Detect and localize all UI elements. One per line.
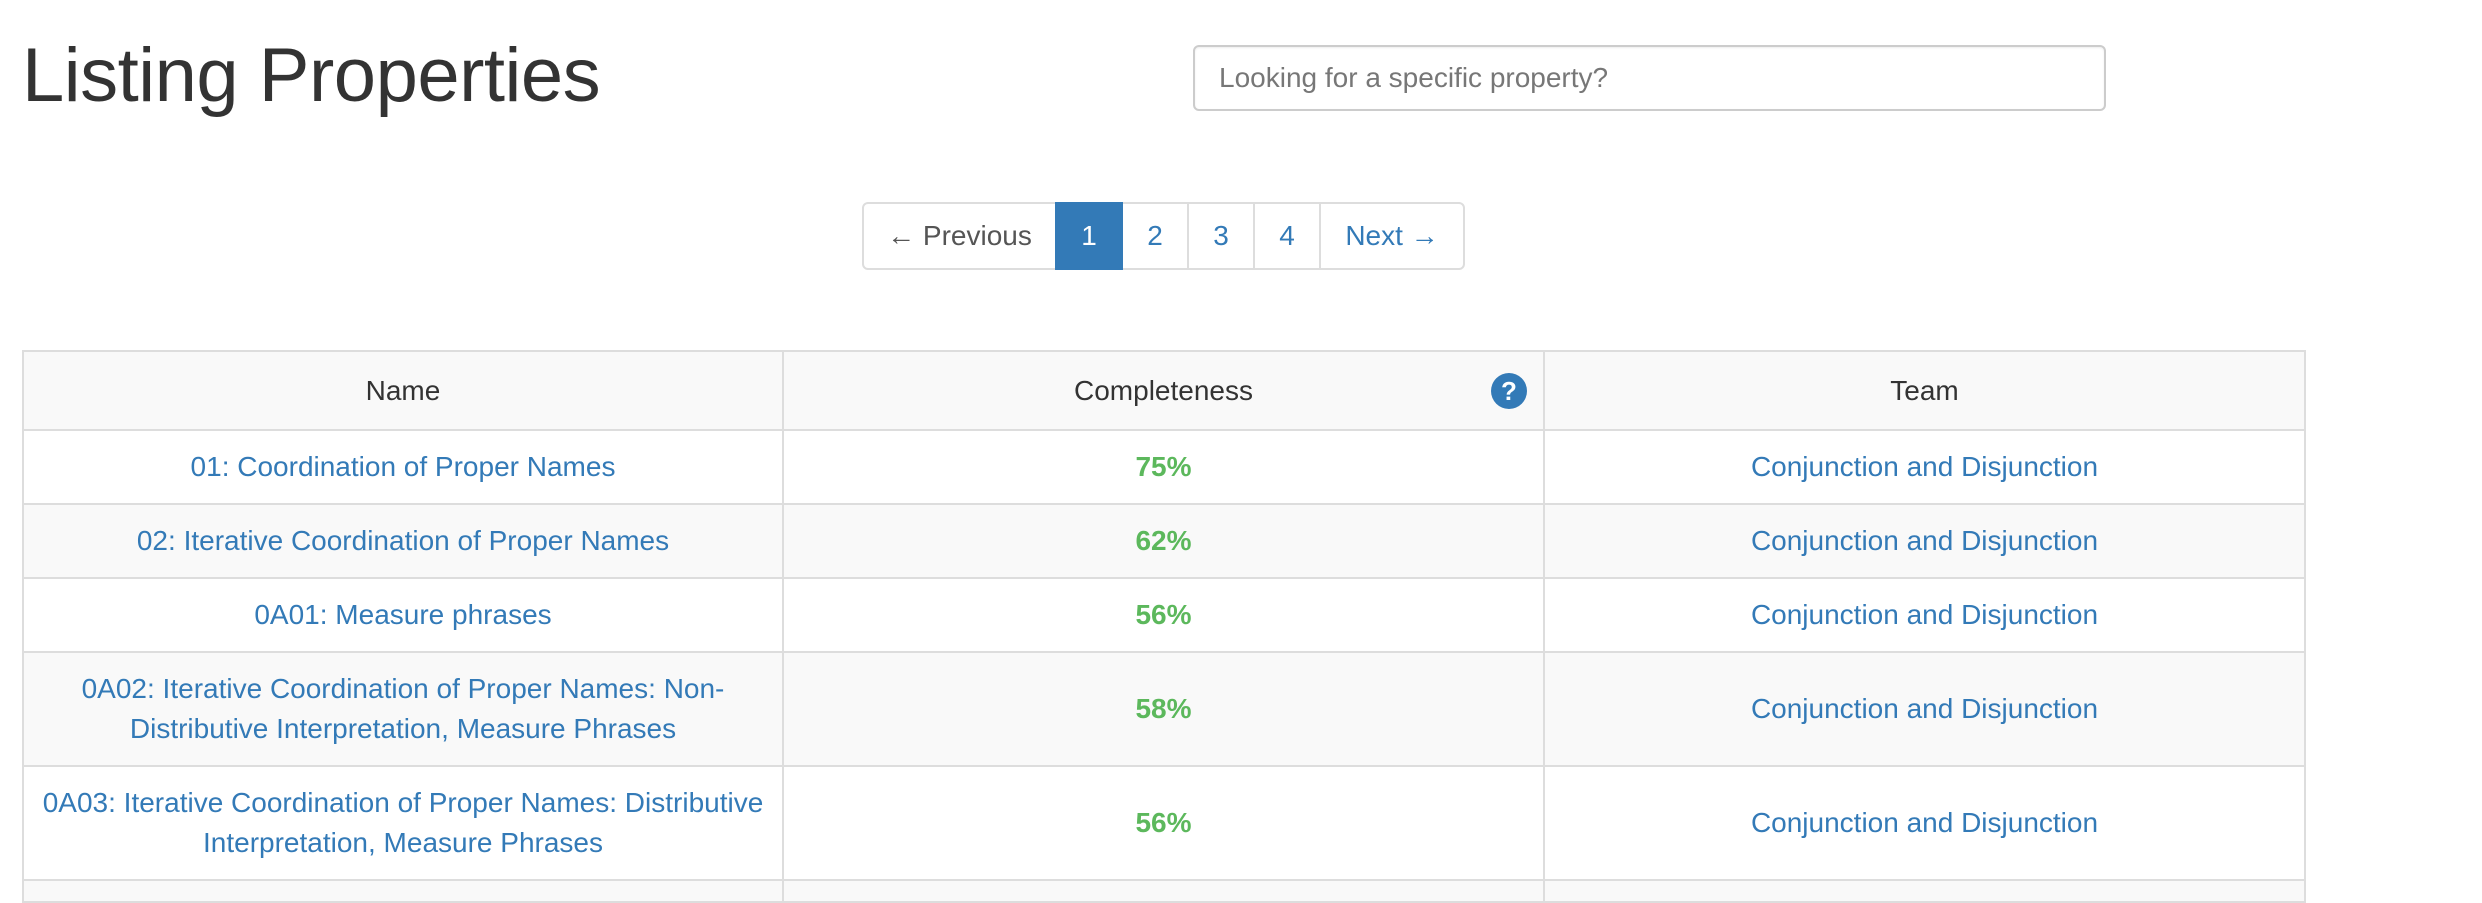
completeness-value: 56% [1135, 599, 1192, 630]
next-page-button[interactable]: Next → [1319, 202, 1465, 270]
page-2-button[interactable]: 2 [1121, 202, 1189, 270]
completeness-cell: 56% [782, 765, 1545, 881]
page-3-button[interactable]: 3 [1187, 202, 1255, 270]
completeness-value: 56% [1135, 807, 1192, 838]
property-link[interactable]: 02: Iterative Coordination of Proper Nam… [137, 525, 669, 556]
property-search-input[interactable] [1193, 45, 2106, 111]
column-header-completeness[interactable]: Completeness ? [782, 350, 1545, 431]
team-cell: Conjunction and Disjunction [1543, 429, 2306, 505]
team-link[interactable]: Conjunction and Disjunction [1751, 807, 2098, 838]
completeness-cell [782, 879, 1545, 903]
name-cell: 01: Coordination of Proper Names [22, 429, 784, 505]
properties-table: Name Completeness ? Team 01: Coordinatio… [22, 350, 2306, 903]
team-cell: Conjunction and Disjunction [1543, 577, 2306, 653]
completeness-cell: 58% [782, 651, 1545, 767]
page-1-button[interactable]: 1 [1055, 202, 1123, 270]
team-cell: Conjunction and Disjunction [1543, 765, 2306, 881]
table-row [22, 879, 2306, 903]
pagination: ← Previous 1 2 3 4 Next → [862, 202, 1465, 270]
completeness-cell: 56% [782, 577, 1545, 653]
property-link[interactable]: 0A02: Iterative Coordination of Proper N… [82, 673, 725, 744]
team-link[interactable]: Conjunction and Disjunction [1751, 525, 2098, 556]
completeness-cell: 62% [782, 503, 1545, 579]
completeness-value: 58% [1135, 693, 1192, 724]
table-row: 0A01: Measure phrases 56% Conjunction an… [22, 577, 2306, 653]
name-cell [22, 879, 784, 903]
team-cell [1543, 879, 2306, 903]
team-cell: Conjunction and Disjunction [1543, 503, 2306, 579]
name-cell: 0A02: Iterative Coordination of Proper N… [22, 651, 784, 767]
column-header-name[interactable]: Name [22, 350, 784, 431]
property-link[interactable]: 01: Coordination of Proper Names [191, 451, 616, 482]
completeness-value: 75% [1135, 451, 1192, 482]
question-circle-icon[interactable]: ? [1491, 372, 1527, 409]
completeness-value: 62% [1135, 525, 1192, 556]
table-row: 02: Iterative Coordination of Proper Nam… [22, 503, 2306, 579]
team-link[interactable]: Conjunction and Disjunction [1751, 451, 2098, 482]
table-row: 01: Coordination of Proper Names 75% Con… [22, 429, 2306, 505]
column-header-team[interactable]: Team [1543, 350, 2306, 431]
table-row: 0A02: Iterative Coordination of Proper N… [22, 651, 2306, 767]
name-cell: 0A03: Iterative Coordination of Proper N… [22, 765, 784, 881]
table-header-row: Name Completeness ? Team [22, 350, 2306, 431]
page-4-button[interactable]: 4 [1253, 202, 1321, 270]
page-title: Listing Properties [22, 33, 601, 118]
completeness-cell: 75% [782, 429, 1545, 505]
team-link[interactable]: Conjunction and Disjunction [1751, 693, 2098, 724]
table-row: 0A03: Iterative Coordination of Proper N… [22, 765, 2306, 881]
name-cell: 0A01: Measure phrases [22, 577, 784, 653]
property-link[interactable]: 0A03: Iterative Coordination of Proper N… [43, 787, 764, 858]
name-cell: 02: Iterative Coordination of Proper Nam… [22, 503, 784, 579]
property-link[interactable]: 0A01: Measure phrases [254, 599, 551, 630]
previous-page-button[interactable]: ← Previous [862, 202, 1057, 270]
team-cell: Conjunction and Disjunction [1543, 651, 2306, 767]
team-link[interactable]: Conjunction and Disjunction [1751, 599, 2098, 630]
